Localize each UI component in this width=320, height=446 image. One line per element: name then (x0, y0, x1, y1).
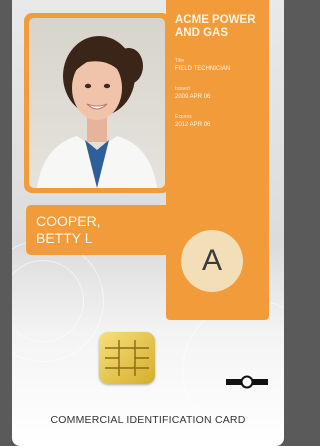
class-badge: A (181, 230, 243, 292)
info-panel: ACME POWER AND GAS Title FIELD TECHNICIA… (166, 0, 269, 320)
last-name: COOPER, (36, 213, 101, 229)
title-label: Title (175, 58, 185, 64)
title-value: FIELD TECHNICIAN (175, 66, 231, 72)
company-name: ACME POWER AND GAS (175, 14, 256, 39)
smart-chip-icon (99, 332, 155, 384)
first-name: BETTY L (36, 230, 93, 246)
chip-contacts (105, 340, 149, 376)
photo-frame (24, 13, 170, 193)
expires-value: 2012 APR 06 (175, 122, 211, 128)
magnetic-stripe-icon (226, 375, 268, 389)
portrait-photo (29, 18, 165, 188)
cardholder-name: COOPER, BETTY L (26, 205, 172, 255)
card-footer-text: COMMERCIAL IDENTIFICATION CARD (50, 414, 246, 426)
issued-value: 2009 APR 06 (175, 94, 211, 100)
id-card: COOPER, BETTY L ACME POWER AND GAS Title… (12, 0, 284, 446)
expires-label: Expires (175, 114, 192, 120)
portrait-illustration (37, 36, 157, 188)
issued-label: Issued (175, 86, 190, 92)
